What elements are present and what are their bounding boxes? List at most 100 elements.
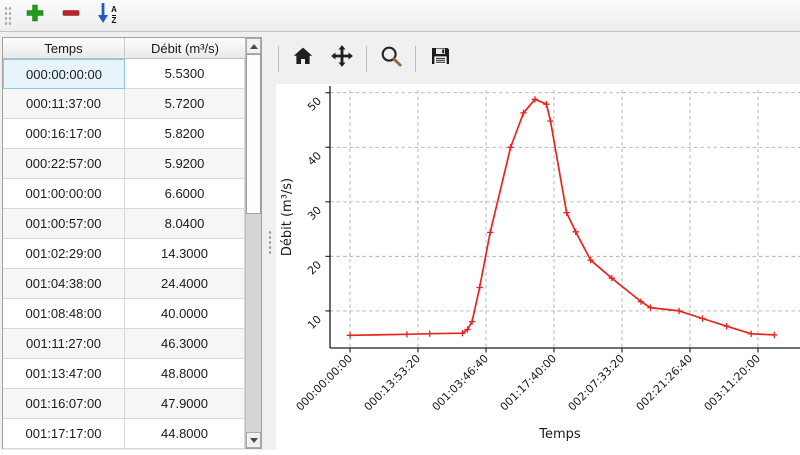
- table-cell[interactable]: 44.8000: [125, 419, 245, 449]
- y-tick-label: 50: [305, 95, 324, 114]
- hydrograph-table: Temps Débit (m³/s) 000:00:00:005.5300000…: [2, 37, 262, 449]
- x-tick-label: 002:21:26:40: [634, 352, 696, 414]
- chart-grid: [330, 90, 800, 348]
- x-tick-label: 001:03:46:40: [430, 352, 492, 414]
- minus-icon: [61, 3, 81, 28]
- table-cell[interactable]: 24.4000: [125, 269, 245, 299]
- series-debit: [347, 96, 778, 338]
- column-header-temps[interactable]: Temps: [3, 38, 125, 59]
- y-tick-label: 40: [305, 149, 324, 168]
- remove-row-button[interactable]: [58, 3, 84, 29]
- table-cell[interactable]: 6.6000: [125, 179, 245, 209]
- figure-canvas[interactable]: 000:00:00:00000:13:53:20001:03:46:40001:…: [276, 84, 800, 450]
- table-row: 001:00:57:008.0400: [3, 209, 245, 239]
- y-tick-label: 30: [305, 204, 324, 223]
- y-tick-labels: 10 20 30 40 50: [305, 95, 324, 332]
- chart-plot[interactable]: 000:00:00:00000:13:53:20001:03:46:40001:…: [276, 84, 800, 450]
- save-icon: [429, 45, 451, 72]
- table-row: 000:16:17:005.8200: [3, 119, 245, 149]
- table-cell[interactable]: 5.7200: [125, 89, 245, 119]
- plus-icon: [25, 3, 45, 28]
- toolbar-separator: [366, 46, 367, 72]
- table-row: 001:02:29:0014.3000: [3, 239, 245, 269]
- x-tick-labels: 000:00:00:00000:13:53:20001:03:46:40001:…: [294, 352, 764, 414]
- table-row: 001:00:00:006.6000: [3, 179, 245, 209]
- scroll-up-button[interactable]: [246, 38, 261, 54]
- table-cell[interactable]: 000:16:17:00: [3, 119, 125, 149]
- pan-button[interactable]: [327, 44, 357, 74]
- y-axis-label: Débit (m³/s): [280, 178, 295, 256]
- table-row: 001:16:07:0047.9000: [3, 389, 245, 419]
- table-row: 000:11:37:005.7200: [3, 89, 245, 119]
- toolbar-separator: [415, 46, 416, 72]
- y-tick-label: 10: [305, 313, 324, 332]
- table-cell[interactable]: 46.3000: [125, 329, 245, 359]
- x-tick-label: 000:00:00:00: [294, 352, 356, 414]
- panel-splitter[interactable]: [263, 33, 276, 450]
- table-cell[interactable]: 001:08:48:00: [3, 299, 125, 329]
- scroll-up-icon: [250, 44, 258, 49]
- x-tick-label: 000:13:53:20: [362, 352, 424, 414]
- zoom-button[interactable]: [376, 44, 406, 74]
- selected-cell[interactable]: 000:00:00:00: [3, 59, 125, 89]
- table-header-row: Temps Débit (m³/s): [3, 38, 245, 59]
- sort-letter-z: Z: [112, 17, 117, 25]
- main-toolbar: A Z: [0, 0, 800, 32]
- table-cell[interactable]: 5.8200: [125, 119, 245, 149]
- table-cell[interactable]: 5.5300: [125, 59, 245, 89]
- toolbar-drag-handle[interactable]: [4, 6, 12, 26]
- save-button[interactable]: [425, 44, 455, 74]
- sort-az-letters: A Z: [111, 6, 117, 26]
- table-row: 001:13:47:0048.8000: [3, 359, 245, 389]
- x-axis-label: Temps: [538, 427, 581, 442]
- y-tick-label: 20: [305, 258, 324, 277]
- sort-letter-a: A: [111, 6, 117, 14]
- table-cell[interactable]: 000:22:57:00: [3, 149, 125, 179]
- column-header-debit[interactable]: Débit (m³/s): [125, 38, 245, 59]
- add-row-button[interactable]: [22, 3, 48, 29]
- table-row: 001:17:17:0044.8000: [3, 419, 245, 449]
- splitter-handle-icon: [268, 230, 272, 254]
- table-row: 000:22:57:005.9200: [3, 149, 245, 179]
- x-tick-label: 001:17:40:00: [498, 352, 560, 414]
- x-tick-label: 002:07:33:20: [566, 352, 628, 414]
- table-row: 000:00:00:005.5300: [3, 59, 245, 89]
- home-icon: [292, 45, 314, 72]
- chart-axes: [330, 86, 800, 348]
- table-cell[interactable]: 001:04:38:00: [3, 269, 125, 299]
- magnifier-icon: [379, 44, 403, 73]
- table-cell[interactable]: 000:11:37:00: [3, 89, 125, 119]
- scroll-down-button[interactable]: [246, 432, 261, 448]
- sort-az-icon: [97, 2, 110, 29]
- app-window: A Z Temps Débit (m³/s) 000:00:00:005.530…: [0, 0, 800, 450]
- series-markers: [347, 96, 778, 338]
- x-tick-label: 003:11:20:00: [702, 352, 764, 414]
- table-row: 001:08:48:0040.0000: [3, 299, 245, 329]
- table-cell[interactable]: 48.8000: [125, 359, 245, 389]
- table-row: 001:11:27:0046.3000: [3, 329, 245, 359]
- table-body: 000:00:00:005.5300000:11:37:005.7200000:…: [3, 59, 245, 449]
- scrollbar-thumb[interactable]: [246, 54, 261, 214]
- table-cell[interactable]: 001:16:07:00: [3, 389, 125, 419]
- table-cell[interactable]: 14.3000: [125, 239, 245, 269]
- table-scrollbar[interactable]: [245, 38, 261, 448]
- chart-tick-marks: [326, 93, 758, 353]
- scroll-down-icon: [250, 438, 258, 443]
- table-row: 001:04:38:0024.4000: [3, 269, 245, 299]
- table-cell[interactable]: 001:02:29:00: [3, 239, 125, 269]
- table-cell[interactable]: 001:00:00:00: [3, 179, 125, 209]
- toolbar-separator: [278, 46, 279, 72]
- table-cell[interactable]: 001:17:17:00: [3, 419, 125, 449]
- pan-icon: [330, 44, 354, 73]
- series-path: [350, 99, 774, 335]
- table-cell[interactable]: 8.0400: [125, 209, 245, 239]
- chart-toolbar: [276, 33, 800, 84]
- table-cell[interactable]: 001:13:47:00: [3, 359, 125, 389]
- table-cell[interactable]: 47.9000: [125, 389, 245, 419]
- table-cell[interactable]: 40.0000: [125, 299, 245, 329]
- table-cell[interactable]: 5.9200: [125, 149, 245, 179]
- table-cell[interactable]: 001:00:57:00: [3, 209, 125, 239]
- sort-button[interactable]: A Z: [94, 3, 120, 29]
- table-cell[interactable]: 001:11:27:00: [3, 329, 125, 359]
- home-button[interactable]: [288, 44, 318, 74]
